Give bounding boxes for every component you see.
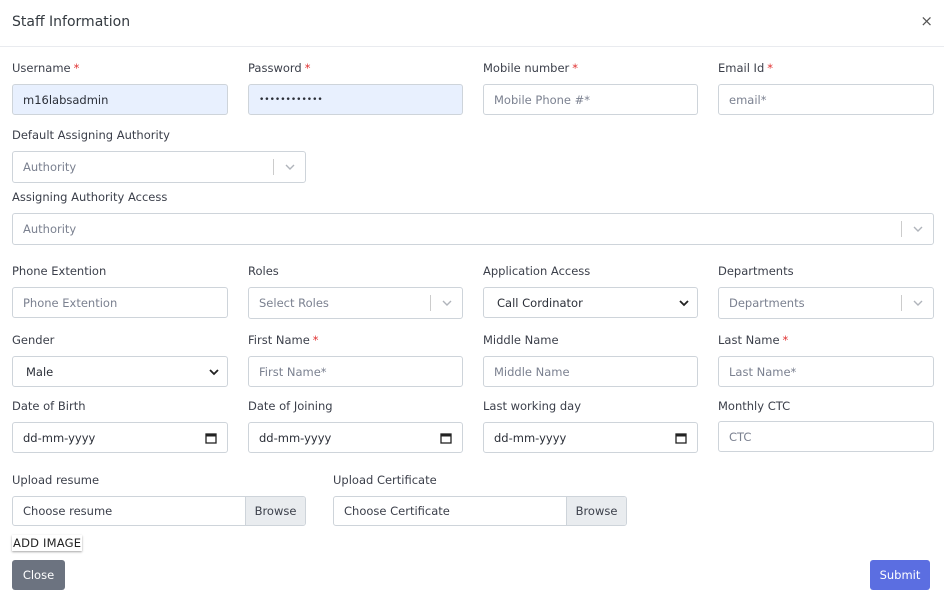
departments-select[interactable]: Departments [718, 287, 934, 319]
roles-label: Roles [248, 264, 279, 278]
calendar-icon[interactable] [440, 432, 452, 444]
last-name-label: Last Name * [718, 333, 789, 347]
mobile-label: Mobile number * [483, 61, 579, 75]
chevron-down-icon [679, 300, 689, 307]
app-access-value: Call Cordinator [497, 295, 583, 310]
password-label: Password * [248, 61, 311, 75]
select-separator [273, 159, 274, 175]
chevron-down-icon [442, 300, 452, 306]
resume-file-input[interactable]: Choose resume Browse [12, 496, 306, 526]
authority-access-select[interactable]: Authority [12, 213, 934, 245]
dob-input[interactable]: dd-mm-yyyy [12, 422, 228, 453]
last-name-input[interactable]: Last Name* [718, 356, 934, 387]
app-access-label: Application Access [483, 264, 591, 278]
dob-label: Date of Birth [12, 399, 86, 413]
default-authority-label: Default Assigning Authority [12, 128, 170, 142]
roles-placeholder: Select Roles [259, 296, 329, 310]
roles-select[interactable]: Select Roles [248, 287, 463, 319]
doj-label: Date of Joining [248, 399, 333, 413]
select-separator [901, 221, 902, 237]
chevron-down-icon [285, 164, 295, 170]
ctc-label: Monthly CTC [718, 399, 791, 413]
authority-access-label: Assigning Authority Access [12, 190, 168, 204]
departments-placeholder: Departments [729, 296, 805, 310]
gender-label: Gender [12, 333, 55, 347]
chevron-down-icon [913, 226, 923, 232]
middle-name-label: Middle Name [483, 333, 559, 347]
calendar-icon[interactable] [675, 432, 687, 444]
app-access-select[interactable]: Call Cordinator [483, 287, 698, 318]
password-input[interactable]: •••••••••••• [248, 84, 463, 115]
last-day-placeholder: dd-mm-yyyy [494, 430, 567, 445]
authority-access-placeholder: Authority [23, 222, 77, 236]
add-image-button[interactable]: ADD IMAGE [12, 535, 83, 551]
resume-browse-button[interactable]: Browse [245, 497, 305, 525]
submit-button[interactable]: Submit [870, 560, 930, 590]
gender-select[interactable]: Male [12, 356, 228, 387]
last-day-label: Last working day [483, 399, 582, 413]
last-day-input[interactable]: dd-mm-yyyy [483, 422, 698, 453]
middle-name-input[interactable]: Middle Name [483, 356, 698, 387]
email-label: Email Id * [718, 61, 774, 75]
phone-ext-label: Phone Extention [12, 264, 107, 278]
certificate-placeholder: Choose Certificate [344, 504, 450, 518]
username-label: Username * [12, 61, 80, 75]
mobile-input[interactable]: Mobile Phone #* [483, 84, 698, 115]
chevron-down-icon [209, 369, 219, 376]
dob-placeholder: dd-mm-yyyy [23, 430, 96, 445]
modal-title: Staff Information [12, 14, 131, 30]
resume-label: Upload resume [12, 473, 100, 487]
select-separator [430, 295, 431, 311]
close-icon[interactable]: × [920, 13, 933, 29]
first-name-label: First Name * [248, 333, 319, 347]
certificate-label: Upload Certificate [333, 473, 437, 487]
username-input[interactable]: m16labsadmin [12, 84, 228, 115]
first-name-input[interactable]: First Name* [248, 356, 463, 387]
departments-label: Departments [718, 264, 794, 278]
ctc-input[interactable]: CTC [718, 421, 934, 452]
email-input[interactable]: email* [718, 84, 934, 115]
certificate-file-input[interactable]: Choose Certificate Browse [333, 496, 627, 526]
certificate-browse-button[interactable]: Browse [566, 497, 626, 525]
doj-input[interactable]: dd-mm-yyyy [248, 422, 463, 453]
modal-header: Staff Information × [0, 0, 944, 47]
doj-placeholder: dd-mm-yyyy [259, 430, 332, 445]
resume-placeholder: Choose resume [23, 504, 113, 518]
gender-value: Male [26, 364, 54, 379]
chevron-down-icon [913, 300, 923, 306]
select-separator [901, 295, 902, 311]
close-button[interactable]: Close [12, 560, 65, 590]
default-authority-placeholder: Authority [23, 160, 77, 174]
calendar-icon[interactable] [205, 432, 217, 444]
staff-information-modal: Staff Information × Username * m16labsadm… [0, 0, 944, 598]
default-authority-select[interactable]: Authority [12, 151, 306, 183]
phone-ext-input[interactable]: Phone Extention [12, 287, 228, 318]
